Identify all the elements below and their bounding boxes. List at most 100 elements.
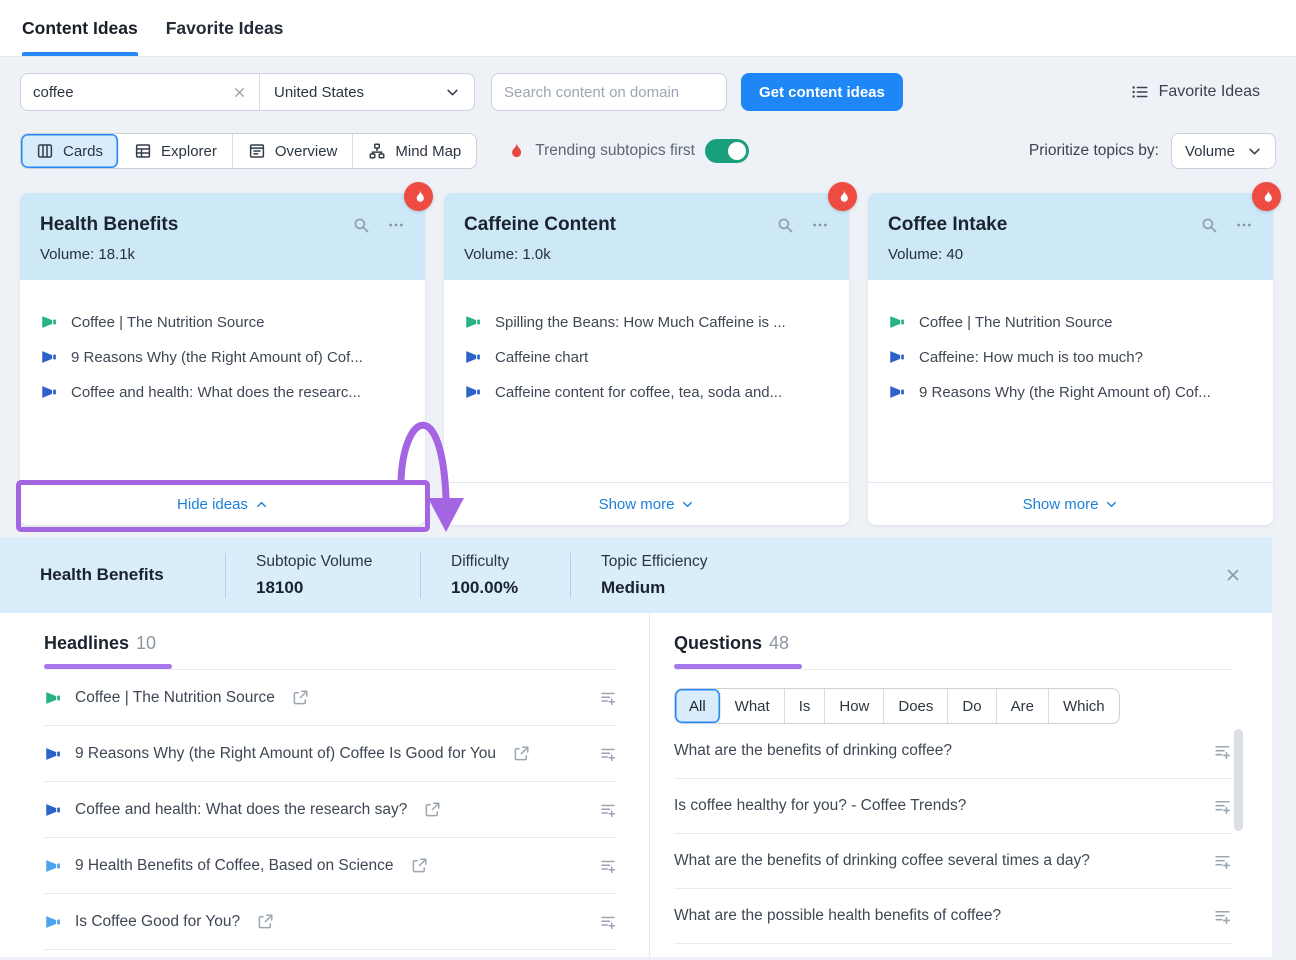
- topic-card-coffee-intake: Coffee IntakeVolume: 40Coffee | The Nutr…: [868, 193, 1273, 525]
- headline-item: Is Coffee Good for You?: [44, 894, 617, 950]
- card-search-button[interactable]: [1200, 216, 1218, 234]
- topic-card-caffeine-content: Caffeine ContentVolume: 1.0kSpilling the…: [444, 193, 849, 525]
- card-ideas: Coffee | The Nutrition Source Caffeine: H…: [868, 280, 1273, 482]
- add-to-list-button[interactable]: [599, 913, 617, 931]
- external-link-icon: [512, 745, 530, 763]
- add-to-list-button[interactable]: [1213, 797, 1232, 816]
- idea-link[interactable]: 9 Reasons Why (the Right Amount of) Cof.…: [888, 383, 1253, 401]
- question-filter-is[interactable]: Is: [785, 689, 826, 723]
- add-to-list-button[interactable]: [599, 857, 617, 875]
- hide-ideas-button[interactable]: Hide ideas: [20, 482, 425, 525]
- overview-icon: [248, 142, 266, 160]
- stat-difficulty: Difficulty 100.00%: [420, 553, 570, 598]
- stat-value: 18100: [256, 578, 420, 598]
- tab-content-ideas[interactable]: Content Ideas: [22, 0, 138, 56]
- question-filter-are[interactable]: Are: [997, 689, 1049, 723]
- prioritize-select[interactable]: Volume: [1171, 133, 1276, 169]
- add-to-list-button[interactable]: [599, 745, 617, 763]
- card-menu-button[interactable]: [1235, 216, 1253, 234]
- view-tab-label: Overview: [275, 143, 338, 160]
- question-item: Is coffee healthy for you? - Coffee Tren…: [674, 779, 1232, 834]
- add-to-list-button[interactable]: [599, 801, 617, 819]
- chevron-up-icon: [255, 498, 268, 511]
- card-volume: Volume: 1.0k: [464, 246, 829, 263]
- headline-text: Coffee and health: What does the researc…: [75, 801, 407, 819]
- detail-panel-header: Health Benefits Subtopic Volume 18100 Di…: [0, 537, 1272, 613]
- idea-text: 9 Reasons Why (the Right Amount of) Cof.…: [71, 349, 363, 366]
- view-switcher: CardsExplorer Overview Mind Map: [20, 133, 477, 169]
- idea-link[interactable]: Coffee and health: What does the researc…: [40, 383, 405, 401]
- megaphone-icon: [40, 313, 58, 331]
- trending-toggle-group: Trending subtopics first: [505, 139, 749, 163]
- idea-link[interactable]: Coffee | The Nutrition Source: [888, 313, 1253, 331]
- question-filter-what[interactable]: What: [721, 689, 785, 723]
- question-filter-do[interactable]: Do: [948, 689, 996, 723]
- megaphone-icon: [464, 313, 482, 331]
- external-link-button[interactable]: [256, 913, 274, 931]
- page: Content Ideas Favorite Ideas United Stat…: [0, 0, 1296, 960]
- idea-link[interactable]: 9 Reasons Why (the Right Amount of) Cof.…: [40, 348, 405, 366]
- external-link-button[interactable]: [291, 689, 309, 707]
- idea-link[interactable]: Caffeine content for coffee, tea, soda a…: [464, 383, 829, 401]
- flame-icon: [1259, 189, 1275, 205]
- external-link-button[interactable]: [423, 801, 441, 819]
- card-search-button[interactable]: [776, 216, 794, 234]
- headlines-list: Coffee | The Nutrition Source9 Reasons W…: [44, 670, 617, 950]
- scrollbar-thumb[interactable]: [1234, 729, 1243, 831]
- question-text: What are the benefits of drinking coffee…: [674, 742, 952, 760]
- domain-search-input[interactable]: [491, 73, 727, 111]
- card-ideas: Spilling the Beans: How Much Caffeine is…: [444, 280, 849, 482]
- headline-text: 9 Reasons Why (the Right Amount of) Coff…: [75, 745, 496, 763]
- add-to-list-button[interactable]: [1213, 742, 1232, 761]
- view-tab-overview[interactable]: Overview: [233, 134, 354, 168]
- megaphone-icon: [888, 383, 906, 401]
- headline-text: Is Coffee Good for You?: [75, 913, 240, 931]
- external-link-button[interactable]: [512, 745, 530, 763]
- questions-title: Questions48: [674, 633, 789, 669]
- show-more-button[interactable]: Show more: [868, 482, 1273, 525]
- trending-badge: [404, 182, 433, 211]
- show-more-button[interactable]: Show more: [444, 482, 849, 525]
- external-link-button[interactable]: [410, 857, 428, 875]
- idea-text: Coffee and health: What does the researc…: [71, 384, 361, 401]
- card-menu-button[interactable]: [387, 216, 405, 234]
- question-text: What are the benefits of drinking coffee…: [674, 852, 1090, 870]
- question-filter-which[interactable]: Which: [1049, 689, 1119, 723]
- question-filter-does[interactable]: Does: [884, 689, 948, 723]
- card-search-button[interactable]: [352, 216, 370, 234]
- tab-favorite-ideas[interactable]: Favorite Ideas: [166, 0, 284, 56]
- idea-link[interactable]: Coffee | The Nutrition Source: [40, 313, 405, 331]
- close-panel-button[interactable]: [1224, 566, 1242, 584]
- idea-link[interactable]: Caffeine: How much is too much?: [888, 348, 1253, 366]
- favorite-ideas-link[interactable]: Favorite Ideas: [1131, 83, 1260, 101]
- card-title: Coffee Intake: [888, 214, 1007, 236]
- card-menu-button[interactable]: [811, 216, 829, 234]
- add-to-list-button[interactable]: [1213, 852, 1232, 871]
- add-to-list-icon: [599, 801, 617, 819]
- trending-badge: [1252, 182, 1281, 211]
- keyword-input[interactable]: [33, 84, 232, 101]
- add-to-list-icon: [1213, 797, 1232, 816]
- ellipsis-icon: [387, 216, 405, 234]
- trending-badge: [828, 182, 857, 211]
- clear-keyword-button[interactable]: [232, 85, 247, 100]
- question-filter-all[interactable]: All: [675, 689, 721, 723]
- idea-text: Caffeine: How much is too much?: [919, 349, 1143, 366]
- add-to-list-button[interactable]: [599, 689, 617, 707]
- add-to-list-button[interactable]: [1213, 907, 1232, 926]
- get-content-ideas-button[interactable]: Get content ideas: [741, 73, 903, 111]
- idea-link[interactable]: Spilling the Beans: How Much Caffeine is…: [464, 313, 829, 331]
- stat-subtopic-volume: Subtopic Volume 18100: [225, 553, 420, 598]
- view-tab-mind-map[interactable]: Mind Map: [353, 134, 476, 168]
- mindmap-icon: [368, 142, 386, 160]
- idea-link[interactable]: Caffeine chart: [464, 348, 829, 366]
- view-tab-cards[interactable]: Cards: [21, 134, 119, 168]
- chevron-down-icon: [1105, 498, 1118, 511]
- question-filter-how[interactable]: How: [825, 689, 884, 723]
- table-icon: [134, 142, 152, 160]
- view-tab-explorer[interactable]: Explorer: [119, 134, 233, 168]
- trending-toggle[interactable]: [705, 139, 749, 163]
- list-icon: [1131, 83, 1149, 101]
- country-select[interactable]: United States: [260, 74, 474, 110]
- megaphone-icon: [888, 348, 906, 366]
